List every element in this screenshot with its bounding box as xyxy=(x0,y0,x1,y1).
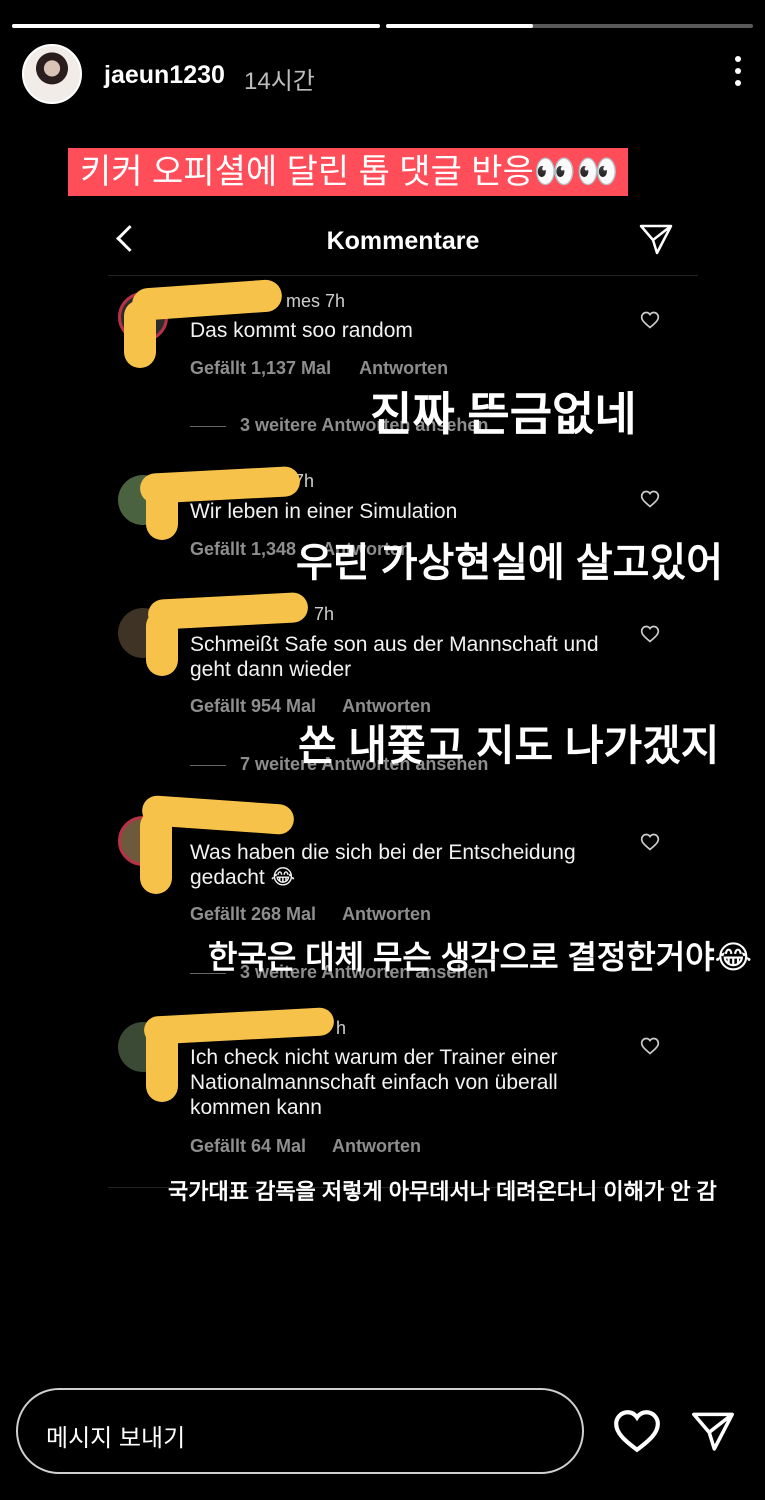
story-progress-1 xyxy=(12,24,380,28)
comment-username[interactable]: mes 7h xyxy=(286,291,345,312)
story-username[interactable]: jaeun1230 xyxy=(104,61,225,90)
redaction-mark xyxy=(146,1022,178,1102)
comment-text: Schmeißt Safe son aus der Mannschaft und… xyxy=(190,633,599,681)
reply-button[interactable]: Antworten xyxy=(359,358,448,378)
message-input[interactable]: 메시지 보내기 xyxy=(16,1388,584,1474)
redaction-mark xyxy=(146,482,178,540)
more-options-icon[interactable] xyxy=(733,56,743,90)
comment-username[interactable]: 7h xyxy=(314,604,334,625)
story-time: 14시간 xyxy=(244,68,315,95)
comment-text: Wir leben in einer Simulation xyxy=(190,500,458,523)
heart-outline-icon[interactable] xyxy=(612,1408,662,1454)
comment-meta: Gefällt 1,137 Mal Antworten xyxy=(190,358,474,379)
heart-icon[interactable] xyxy=(640,489,660,509)
like-count: Gefällt 268 Mal xyxy=(190,904,317,924)
comment-translation: 국가대표 감독을 저렇게 아무데서나 데려온다니 이해가 안 감 xyxy=(168,1179,717,1204)
heart-icon[interactable] xyxy=(640,310,660,330)
comment-text: Ich check nicht warum der Trainer einer … xyxy=(190,1046,558,1119)
message-placeholder: 메시지 보내기 xyxy=(46,1425,186,1452)
comment-translation: 진짜 뜬금없네 xyxy=(370,388,637,440)
avatar[interactable] xyxy=(22,44,82,104)
story-progress-2 xyxy=(386,24,753,28)
paper-plane-icon[interactable] xyxy=(690,1408,736,1454)
comment-meta: Gefällt 64 Mal Antworten xyxy=(190,1136,447,1157)
comment-translation: 한국은 대체 무슨 생각으로 결정한거야😂 xyxy=(208,939,752,975)
redaction-mark xyxy=(140,810,172,894)
paper-plane-icon[interactable] xyxy=(638,221,674,257)
comment-username[interactable]: h xyxy=(336,1018,346,1039)
comment-meta: Gefällt 268 Mal Antworten xyxy=(190,904,457,925)
like-count: Gefällt 1,348 xyxy=(190,539,297,559)
redaction-mark xyxy=(124,300,156,368)
like-count: Gefällt 64 Mal xyxy=(190,1136,307,1156)
redaction-mark xyxy=(146,610,178,676)
comment-translation: 쏜 내쫓고 지도 나가겠지 xyxy=(298,722,720,769)
like-count: Gefällt 1,137 Mal xyxy=(190,358,332,378)
comment-translation: 우린 가상현실에 살고있어 xyxy=(296,541,724,585)
comment-text: Was haben die sich bei der Entscheidung … xyxy=(190,841,576,889)
comment-text: Das kommt soo random xyxy=(190,319,413,342)
heart-icon[interactable] xyxy=(640,832,660,852)
comments-header: Kommentare xyxy=(108,205,698,276)
story-header: jaeun1230 14시간 xyxy=(22,44,743,106)
heart-icon[interactable] xyxy=(640,624,660,644)
reply-button[interactable]: Antworten xyxy=(342,904,431,924)
comments-title: Kommentare xyxy=(326,227,480,255)
reply-button[interactable]: Antworten xyxy=(332,1136,421,1156)
heart-icon[interactable] xyxy=(640,1036,660,1056)
story-banner: 키커 오피셜에 달린 톱 댓글 반응👀👀 xyxy=(68,148,628,196)
